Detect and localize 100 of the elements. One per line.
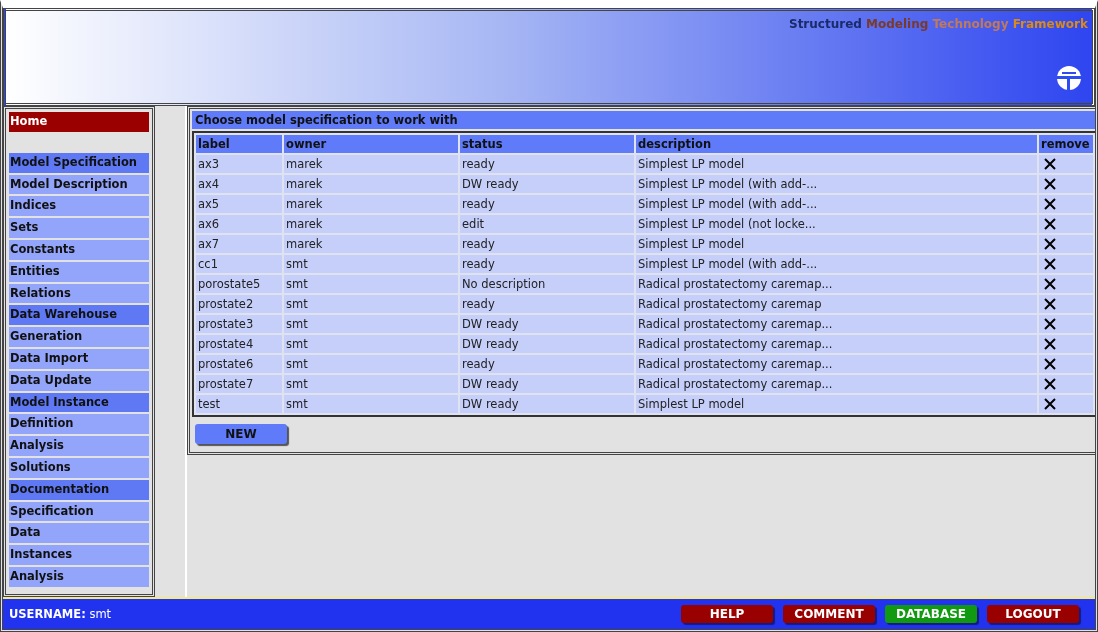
- table-cell: smt: [284, 375, 458, 393]
- table-cell: smt: [284, 315, 458, 333]
- table-cell: Simplest LP model: [636, 235, 1037, 253]
- table-cell: ax4: [196, 175, 282, 193]
- table-cell: prostate3: [196, 315, 282, 333]
- table-cell: Simplest LP model (with add-...: [636, 255, 1037, 273]
- table-cell: prostate2: [196, 295, 282, 313]
- column-header: remove: [1039, 135, 1093, 153]
- nav-item[interactable]: Definition: [9, 414, 149, 435]
- table-cell: smt: [284, 355, 458, 373]
- table-cell: porostate5: [196, 275, 282, 293]
- nav-item[interactable]: Analysis: [9, 436, 149, 456]
- table-cell: ready: [460, 155, 634, 173]
- close-icon[interactable]: [1043, 257, 1057, 271]
- table-cell: Simplest LP model (not locke...: [636, 215, 1037, 233]
- table-cell: ax5: [196, 195, 282, 213]
- table-cell: Simplest LP model: [636, 395, 1037, 413]
- table-cell: DW ready: [460, 175, 634, 193]
- close-icon[interactable]: [1043, 157, 1057, 171]
- table-cell: DW ready: [460, 395, 634, 413]
- table-cell: Radical prostatectomy caremap...: [636, 315, 1037, 333]
- close-icon[interactable]: [1043, 197, 1057, 211]
- nav-item[interactable]: Model Instance: [9, 392, 149, 413]
- nav-item[interactable]: Solutions: [9, 457, 149, 478]
- table-cell: marek: [284, 175, 458, 193]
- table-cell: ax3: [196, 155, 282, 173]
- close-icon[interactable]: [1043, 217, 1057, 231]
- table-cell: ax7: [196, 235, 282, 253]
- close-icon[interactable]: [1043, 297, 1057, 311]
- column-header: status: [460, 135, 634, 153]
- table-cell: marek: [284, 155, 458, 173]
- nav-item[interactable]: Relations: [9, 283, 149, 304]
- table-cell: prostate6: [196, 355, 282, 373]
- table-cell: Simplest LP model (with add-...: [636, 175, 1037, 193]
- close-icon[interactable]: [1043, 357, 1057, 371]
- column-header: label: [196, 135, 282, 153]
- close-icon[interactable]: [1043, 317, 1057, 331]
- table-cell: ready: [460, 235, 634, 253]
- close-icon[interactable]: [1043, 397, 1057, 411]
- table-cell: ready: [460, 355, 634, 373]
- nav-item[interactable]: Data: [9, 523, 149, 544]
- table-cell: smt: [284, 275, 458, 293]
- close-icon[interactable]: [1043, 177, 1057, 191]
- table-cell: marek: [284, 195, 458, 213]
- nav-item[interactable]: Generation: [9, 327, 149, 347]
- close-icon[interactable]: [1043, 277, 1057, 291]
- table-cell: Simplest LP model (with add-...: [636, 195, 1037, 213]
- nav-item[interactable]: Model Specification: [9, 152, 149, 173]
- table-cell: Radical prostatectomy caremap: [636, 295, 1037, 313]
- nav-item[interactable]: Data Warehouse: [9, 305, 149, 326]
- nav-item[interactable]: Analysis: [9, 566, 149, 587]
- column-header: description: [636, 135, 1037, 153]
- table-cell: cc1: [196, 255, 282, 273]
- nav-item[interactable]: Home: [9, 112, 149, 132]
- table-cell: Radical prostatectomy caremap...: [636, 275, 1037, 293]
- column-header: owner: [284, 135, 458, 153]
- new-button[interactable]: NEW: [195, 424, 287, 444]
- table-cell: ready: [460, 195, 634, 213]
- table-cell: marek: [284, 215, 458, 233]
- nav-item[interactable]: Sets: [9, 218, 149, 238]
- table-cell: prostate7: [196, 375, 282, 393]
- table-cell: Radical prostatectomy caremap...: [636, 355, 1037, 373]
- nav-item[interactable]: Entities: [9, 261, 149, 282]
- footer-button[interactable]: COMMENT: [783, 605, 875, 623]
- table-cell: Radical prostatectomy caremap...: [636, 375, 1037, 393]
- table-cell: ax6: [196, 215, 282, 233]
- nav-item[interactable]: Constants: [9, 240, 149, 260]
- table-cell: smt: [284, 255, 458, 273]
- table-cell: smt: [284, 335, 458, 353]
- app-title: Structured Modeling Technology Framework: [789, 17, 1088, 31]
- nav-item[interactable]: Model Description: [9, 174, 149, 195]
- table-cell: ready: [460, 255, 634, 273]
- table-cell: No description: [460, 275, 634, 293]
- table-cell: smt: [284, 295, 458, 313]
- close-icon[interactable]: [1043, 337, 1057, 351]
- username-text: USERNAME: smt: [9, 607, 112, 621]
- footer-button[interactable]: LOGOUT: [987, 605, 1079, 623]
- table-cell: test: [196, 395, 282, 413]
- table-cell: DW ready: [460, 335, 634, 353]
- nav-item[interactable]: Data Update: [9, 370, 149, 391]
- panel-title: Choose model specification to work with: [192, 111, 1095, 129]
- footer-button[interactable]: DATABASE: [885, 605, 977, 623]
- table-cell: DW ready: [460, 375, 634, 393]
- footer-button[interactable]: HELP: [681, 605, 773, 623]
- nav-item[interactable]: Instances: [9, 545, 149, 565]
- nav-item[interactable]: Data Import: [9, 348, 149, 369]
- table-cell: Simplest LP model: [636, 155, 1037, 173]
- table-cell: Radical prostatectomy caremap...: [636, 335, 1037, 353]
- nav-item[interactable]: Specification: [9, 501, 149, 522]
- close-icon[interactable]: [1043, 377, 1057, 391]
- logo-icon: [1054, 63, 1084, 93]
- table-cell: edit: [460, 215, 634, 233]
- table-cell: DW ready: [460, 315, 634, 333]
- nav-item[interactable]: Indices: [9, 196, 149, 217]
- table-cell: smt: [284, 395, 458, 413]
- table-cell: ready: [460, 295, 634, 313]
- table-cell: marek: [284, 235, 458, 253]
- close-icon[interactable]: [1043, 237, 1057, 251]
- nav-item[interactable]: Documentation: [9, 479, 149, 500]
- table-cell: prostate4: [196, 335, 282, 353]
